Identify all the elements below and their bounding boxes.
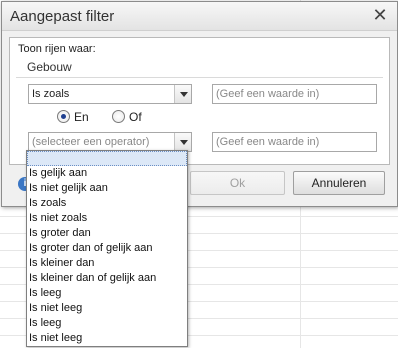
value2-placeholder: (Geef een waarde in) [216, 136, 320, 148]
show-rows-label: Toon rijen waar: [18, 43, 96, 55]
dropdown-item-empty[interactable] [27, 151, 187, 166]
dropdown-item[interactable]: Is zoals [27, 196, 187, 211]
dropdown-item[interactable]: Is groter dan [27, 226, 187, 241]
or-label: Of [129, 110, 142, 124]
cancel-button[interactable]: Annuleren [293, 171, 385, 195]
value1-input[interactable]: (Geef een waarde in) [212, 84, 377, 104]
dropdown-item[interactable]: Is leeg [27, 316, 187, 331]
dropdown-item[interactable]: Is leeg [27, 286, 187, 301]
dropdown-item[interactable]: Is kleiner dan of gelijk aan [27, 271, 187, 286]
chevron-down-icon[interactable] [174, 85, 191, 103]
and-radio[interactable] [57, 110, 70, 123]
dropdown-item[interactable]: Is niet leeg [27, 301, 187, 316]
dropdown-item[interactable]: Is niet leeg [27, 331, 187, 346]
value2-input[interactable]: (Geef een waarde in) [212, 132, 377, 152]
divider [16, 77, 383, 78]
dropdown-item[interactable]: Is gelijk aan [27, 166, 187, 181]
dropdown-item[interactable]: Is niet gelijk aan [27, 181, 187, 196]
operator1-value: Is zoals [32, 88, 70, 100]
operator2-select[interactable]: (selecteer een operator) [28, 132, 192, 152]
dialog-title: Aangepast filter [10, 8, 115, 25]
dropdown-item[interactable]: Is kleiner dan [27, 256, 187, 271]
close-icon[interactable]: ✕ [372, 6, 388, 24]
dialog-titlebar[interactable]: Aangepast filter ✕ [2, 2, 397, 31]
ok-button[interactable]: Ok [190, 171, 285, 195]
or-radio[interactable] [112, 110, 125, 123]
chevron-down-icon[interactable] [174, 133, 191, 151]
operator2-placeholder: (selecteer een operator) [32, 136, 150, 148]
operator1-select[interactable]: Is zoals [28, 84, 192, 104]
column-name: Gebouw [27, 60, 72, 74]
filter-panel: Toon rijen waar: Gebouw Is zoals (Geef e… [9, 37, 390, 165]
operator-dropdown-list[interactable]: Is gelijk aan Is niet gelijk aan Is zoal… [26, 150, 188, 347]
dropdown-item[interactable]: Is niet zoals [27, 211, 187, 226]
and-label: En [74, 110, 89, 124]
value1-placeholder: (Geef een waarde in) [216, 88, 320, 100]
dropdown-item[interactable]: Is groter dan of gelijk aan [27, 241, 187, 256]
